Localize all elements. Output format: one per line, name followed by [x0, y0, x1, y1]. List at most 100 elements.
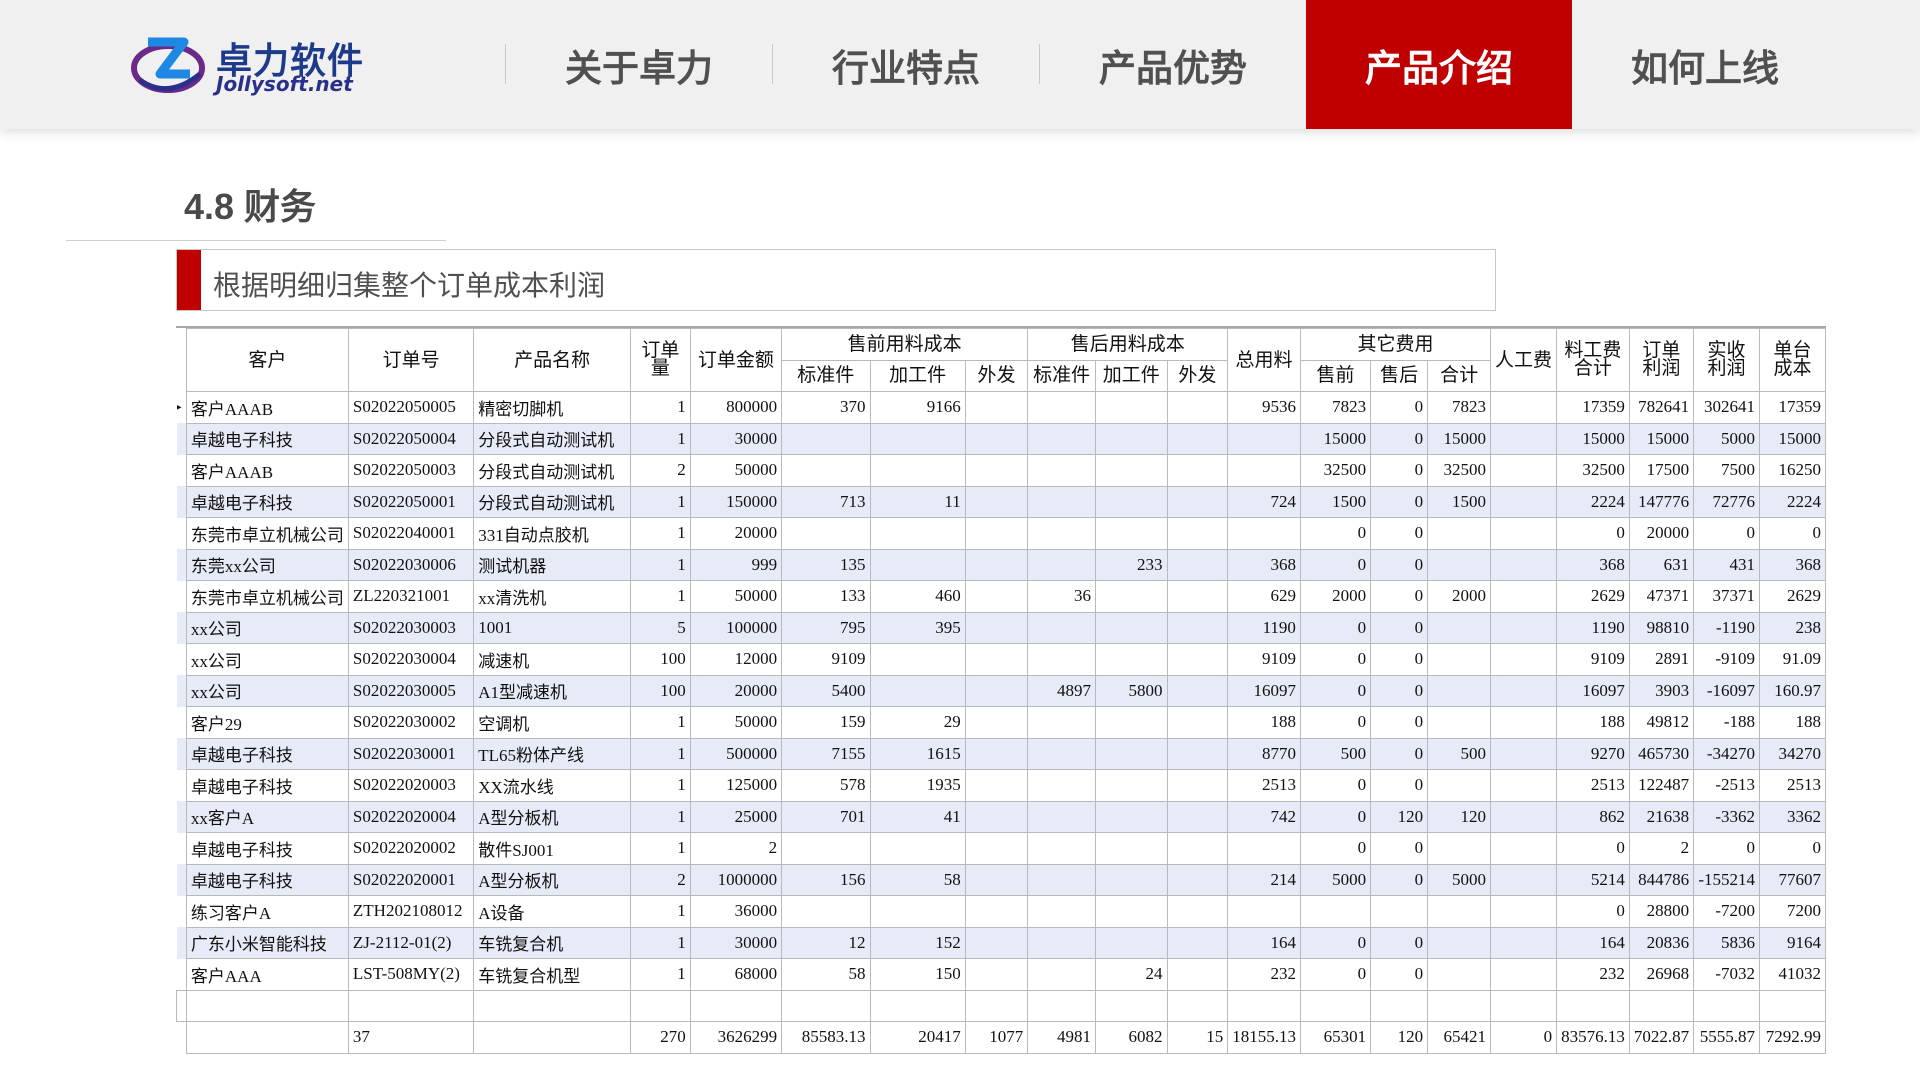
nav-item-3[interactable]: 产品介绍: [1306, 0, 1572, 129]
table-cell[interactable]: 2629: [1759, 580, 1826, 613]
table-cell[interactable]: 卓越电子科技: [185, 769, 349, 802]
table-cell[interactable]: 1935: [869, 769, 966, 802]
table-cell[interactable]: S02022040001: [347, 517, 475, 550]
table-cell[interactable]: 0: [1370, 548, 1429, 581]
table-cell[interactable]: [964, 800, 1029, 833]
table-cell[interactable]: 58: [869, 863, 966, 896]
table-cell[interactable]: [1299, 895, 1372, 928]
table-cell[interactable]: 238: [1759, 611, 1826, 644]
table-cell[interactable]: 1: [630, 580, 691, 613]
table-cell[interactable]: [869, 674, 966, 707]
table-cell[interactable]: 2891: [1628, 643, 1695, 676]
table-cell[interactable]: [1370, 895, 1429, 928]
table-cell[interactable]: [1027, 863, 1097, 896]
table-cell[interactable]: 58: [781, 958, 871, 991]
table-cell[interactable]: 100: [630, 674, 691, 707]
table-cell[interactable]: [1027, 548, 1097, 581]
table-cell[interactable]: -2513: [1693, 769, 1761, 802]
table-cell[interactable]: [964, 422, 1029, 455]
table-cell[interactable]: 147776: [1628, 485, 1695, 518]
table-cell[interactable]: 9270: [1556, 737, 1630, 770]
table-cell[interactable]: [1095, 454, 1168, 487]
table-row[interactable]: xx公司 S02022030004 减速机 100 12000 9109 9109 0 0 910…: [176, 643, 1826, 676]
table-cell[interactable]: 152: [869, 926, 966, 959]
table-cell[interactable]: [964, 454, 1029, 487]
nav-item-4[interactable]: 如何上线: [1572, 0, 1838, 129]
table-cell[interactable]: xx公司: [185, 611, 349, 644]
table-cell[interactable]: [1427, 548, 1492, 581]
table-cell[interactable]: 50000: [689, 706, 783, 739]
table-cell[interactable]: [1166, 674, 1229, 707]
table-cell[interactable]: [1095, 643, 1168, 676]
table-cell[interactable]: -3362: [1693, 800, 1761, 833]
table-cell[interactable]: 东莞市卓立机械公司: [185, 580, 349, 613]
table-row[interactable]: 客户29 S02022030002 空调机 1 50000 159 29 188 0 0 188 49…: [176, 706, 1826, 739]
table-cell[interactable]: [1027, 611, 1097, 644]
table-cell[interactable]: 散件SJ001: [473, 832, 632, 865]
table-cell[interactable]: 7155: [781, 737, 871, 770]
table-cell[interactable]: [1427, 706, 1492, 739]
nav-item-0[interactable]: 关于卓力: [506, 0, 772, 129]
table-cell[interactable]: [1166, 611, 1229, 644]
table-cell[interactable]: TL65粉体产线: [473, 737, 632, 770]
table-cell[interactable]: -16097: [1693, 674, 1761, 707]
table-cell[interactable]: [781, 517, 871, 550]
table-cell[interactable]: 7823: [1427, 391, 1492, 424]
table-cell[interactable]: 0: [1556, 517, 1630, 550]
table-cell[interactable]: [781, 895, 871, 928]
table-cell[interactable]: 0: [1299, 674, 1372, 707]
table-cell[interactable]: 7200: [1759, 895, 1826, 928]
table-cell[interactable]: 1615: [869, 737, 966, 770]
table-cell[interactable]: 卓越电子科技: [185, 832, 349, 865]
table-cell[interactable]: 0: [1299, 611, 1372, 644]
table-row[interactable]: ▸ 客户AAAB S02022050005 精密切脚机 1 800000 370 9166 95…: [176, 391, 1826, 424]
table-cell[interactable]: S02022020001: [347, 863, 475, 896]
table-cell[interactable]: 精密切脚机: [473, 391, 632, 424]
table-cell[interactable]: 150: [869, 958, 966, 991]
table-cell[interactable]: [1166, 454, 1229, 487]
table-cell[interactable]: [1095, 895, 1168, 928]
col-group-after-sale-material[interactable]: 售后用料成本: [1027, 328, 1229, 361]
table-cell[interactable]: 20000: [1628, 517, 1695, 550]
table-cell[interactable]: [1095, 391, 1168, 424]
table-cell[interactable]: xx清洗机: [473, 580, 632, 613]
table-cell[interactable]: 20836: [1628, 926, 1695, 959]
table-cell[interactable]: 9536: [1227, 391, 1301, 424]
table-cell[interactable]: [964, 485, 1029, 518]
table-cell[interactable]: 分段式自动测试机: [473, 485, 632, 518]
table-cell[interactable]: 1: [630, 895, 691, 928]
table-cell[interactable]: [1095, 517, 1168, 550]
table-cell[interactable]: 0: [1370, 454, 1429, 487]
table-cell[interactable]: [869, 548, 966, 581]
table-cell[interactable]: 26968: [1628, 958, 1695, 991]
col-amount[interactable]: 订单金额: [689, 328, 783, 392]
table-cell[interactable]: [964, 643, 1029, 676]
table-cell[interactable]: 36: [1027, 580, 1097, 613]
table-cell[interactable]: 1: [630, 832, 691, 865]
table-row[interactable]: 卓越电子科技 S02022020002 散件SJ001 1 2 0 0 0 2 0 0: [176, 832, 1826, 865]
table-cell[interactable]: 164: [1227, 926, 1301, 959]
table-cell[interactable]: 500: [1299, 737, 1372, 770]
table-cell[interactable]: 2: [630, 454, 691, 487]
col-pre-standard[interactable]: 标准件: [781, 359, 871, 392]
table-cell[interactable]: [1095, 800, 1168, 833]
table-cell[interactable]: 156: [781, 863, 871, 896]
table-cell[interactable]: [1166, 422, 1229, 455]
table-cell[interactable]: [1027, 895, 1097, 928]
table-cell[interactable]: S02022050003: [347, 454, 475, 487]
table-cell[interactable]: A型分板机: [473, 863, 632, 896]
table-cell[interactable]: 41: [869, 800, 966, 833]
table-cell[interactable]: [964, 958, 1029, 991]
table-cell[interactable]: S02022030003: [347, 611, 475, 644]
table-cell[interactable]: 0: [1299, 800, 1372, 833]
table-cell[interactable]: 629: [1227, 580, 1301, 613]
table-cell[interactable]: S02022020002: [347, 832, 475, 865]
table-cell[interactable]: [781, 422, 871, 455]
table-cell[interactable]: [869, 454, 966, 487]
table-cell[interactable]: 卓越电子科技: [185, 737, 349, 770]
table-cell[interactable]: 135: [781, 548, 871, 581]
table-cell[interactable]: [964, 895, 1029, 928]
table-cell[interactable]: [1027, 454, 1097, 487]
table-cell[interactable]: 100000: [689, 611, 783, 644]
table-cell[interactable]: 465730: [1628, 737, 1695, 770]
